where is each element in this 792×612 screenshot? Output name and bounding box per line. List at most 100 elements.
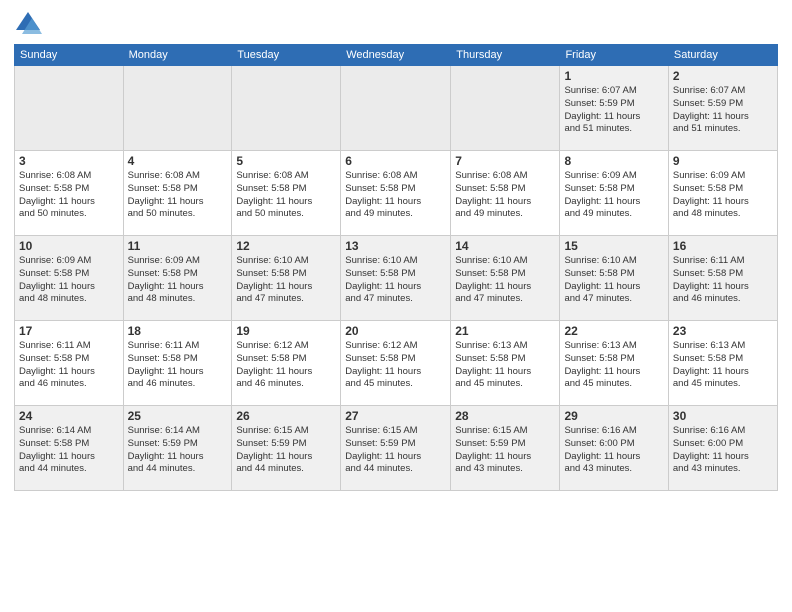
calendar-cell: 25 Sunrise: 6:14 AM Sunset: 5:59 PM Dayli… bbox=[123, 406, 232, 491]
calendar-cell: 5 Sunrise: 6:08 AM Sunset: 5:58 PM Daylig… bbox=[232, 151, 341, 236]
calendar-cell: 17 Sunrise: 6:11 AM Sunset: 5:58 PM Dayli… bbox=[15, 321, 124, 406]
day-info: Sunrise: 6:13 AM Sunset: 5:58 PM Dayligh… bbox=[455, 340, 555, 391]
calendar-cell: 8 Sunrise: 6:09 AM Sunset: 5:58 PM Daylig… bbox=[560, 151, 668, 236]
calendar-cell: 3Sunrise: 6:08 AM Sunset: 5:58 PM Daylig… bbox=[15, 151, 124, 236]
day-info: Sunrise: 6:10 AM Sunset: 5:58 PM Dayligh… bbox=[455, 255, 555, 306]
day-number: 24 bbox=[19, 409, 119, 423]
day-number: 22 bbox=[564, 324, 663, 338]
day-info: Sunrise: 6:14 AM Sunset: 5:58 PM Dayligh… bbox=[19, 425, 119, 476]
day-info: Sunrise: 6:12 AM Sunset: 5:58 PM Dayligh… bbox=[236, 340, 336, 391]
page: SundayMondayTuesdayWednesdayThursdayFrid… bbox=[0, 0, 792, 612]
day-info: Sunrise: 6:14 AM Sunset: 5:59 PM Dayligh… bbox=[128, 425, 228, 476]
calendar-cell: 23Sunrise: 6:13 AM Sunset: 5:58 PM Dayli… bbox=[668, 321, 777, 406]
day-number: 16 bbox=[673, 239, 773, 253]
day-number: 17 bbox=[19, 324, 119, 338]
day-info: Sunrise: 6:08 AM Sunset: 5:58 PM Dayligh… bbox=[455, 170, 555, 221]
calendar-cell: 9 Sunrise: 6:09 AM Sunset: 5:58 PM Daylig… bbox=[668, 151, 777, 236]
day-number: 30 bbox=[673, 409, 773, 423]
day-info: Sunrise: 6:13 AM Sunset: 5:58 PM Dayligh… bbox=[673, 340, 773, 391]
day-number: 20 bbox=[345, 324, 446, 338]
calendar-week-row: 17 Sunrise: 6:11 AM Sunset: 5:58 PM Dayli… bbox=[15, 321, 778, 406]
calendar-cell: 14 Sunrise: 6:10 AM Sunset: 5:58 PM Dayli… bbox=[451, 236, 560, 321]
weekday-header-wednesday: Wednesday bbox=[341, 45, 451, 66]
day-info: Sunrise: 6:07 AM Sunset: 5:59 PM Dayligh… bbox=[673, 85, 773, 136]
day-number: 9 bbox=[673, 154, 773, 168]
day-number: 6 bbox=[345, 154, 446, 168]
calendar-cell: 27 Sunrise: 6:15 AM Sunset: 5:59 PM Dayli… bbox=[341, 406, 451, 491]
calendar-cell bbox=[15, 66, 124, 151]
logo-icon bbox=[14, 10, 42, 38]
weekday-header-monday: Monday bbox=[123, 45, 232, 66]
calendar-cell: 1 Sunrise: 6:07 AM Sunset: 5:59 PM Daylig… bbox=[560, 66, 668, 151]
calendar-cell: 4 Sunrise: 6:08 AM Sunset: 5:58 PM Daylig… bbox=[123, 151, 232, 236]
calendar-cell: 13 Sunrise: 6:10 AM Sunset: 5:58 PM Dayli… bbox=[341, 236, 451, 321]
day-number: 13 bbox=[345, 239, 446, 253]
calendar-cell: 20 Sunrise: 6:12 AM Sunset: 5:58 PM Dayli… bbox=[341, 321, 451, 406]
calendar-cell bbox=[232, 66, 341, 151]
day-number: 14 bbox=[455, 239, 555, 253]
day-number: 5 bbox=[236, 154, 336, 168]
weekday-header-sunday: Sunday bbox=[15, 45, 124, 66]
calendar-week-row: 10 Sunrise: 6:09 AM Sunset: 5:58 PM Dayli… bbox=[15, 236, 778, 321]
day-info: Sunrise: 6:09 AM Sunset: 5:58 PM Dayligh… bbox=[564, 170, 663, 221]
day-number: 8 bbox=[564, 154, 663, 168]
day-number: 27 bbox=[345, 409, 446, 423]
day-number: 28 bbox=[455, 409, 555, 423]
calendar-cell: 24 Sunrise: 6:14 AM Sunset: 5:58 PM Dayli… bbox=[15, 406, 124, 491]
calendar-cell: 7 Sunrise: 6:08 AM Sunset: 5:58 PM Daylig… bbox=[451, 151, 560, 236]
day-number: 1 bbox=[564, 69, 663, 83]
weekday-header-thursday: Thursday bbox=[451, 45, 560, 66]
day-info: Sunrise: 6:09 AM Sunset: 5:58 PM Dayligh… bbox=[128, 255, 228, 306]
day-info: Sunrise: 6:08 AM Sunset: 5:58 PM Dayligh… bbox=[236, 170, 336, 221]
calendar-cell: 28 Sunrise: 6:15 AM Sunset: 5:59 PM Dayli… bbox=[451, 406, 560, 491]
calendar-cell: 15 Sunrise: 6:10 AM Sunset: 5:58 PM Dayli… bbox=[560, 236, 668, 321]
calendar-cell: 11 Sunrise: 6:09 AM Sunset: 5:58 PM Dayli… bbox=[123, 236, 232, 321]
calendar: SundayMondayTuesdayWednesdayThursdayFrid… bbox=[14, 44, 778, 491]
day-info: Sunrise: 6:10 AM Sunset: 5:58 PM Dayligh… bbox=[345, 255, 446, 306]
day-number: 12 bbox=[236, 239, 336, 253]
weekday-header-tuesday: Tuesday bbox=[232, 45, 341, 66]
day-number: 21 bbox=[455, 324, 555, 338]
day-number: 4 bbox=[128, 154, 228, 168]
day-number: 26 bbox=[236, 409, 336, 423]
weekday-header-row: SundayMondayTuesdayWednesdayThursdayFrid… bbox=[15, 45, 778, 66]
calendar-cell: 16 Sunrise: 6:11 AM Sunset: 5:58 PM Dayli… bbox=[668, 236, 777, 321]
calendar-cell: 19 Sunrise: 6:12 AM Sunset: 5:58 PM Dayli… bbox=[232, 321, 341, 406]
day-info: Sunrise: 6:15 AM Sunset: 5:59 PM Dayligh… bbox=[236, 425, 336, 476]
day-number: 25 bbox=[128, 409, 228, 423]
day-info: Sunrise: 6:08 AM Sunset: 5:58 PM Dayligh… bbox=[128, 170, 228, 221]
day-info: Sunrise: 6:10 AM Sunset: 5:58 PM Dayligh… bbox=[236, 255, 336, 306]
day-info: Sunrise: 6:09 AM Sunset: 5:58 PM Dayligh… bbox=[673, 170, 773, 221]
calendar-week-row: 24 Sunrise: 6:14 AM Sunset: 5:58 PM Dayli… bbox=[15, 406, 778, 491]
day-info: Sunrise: 6:16 AM Sunset: 6:00 PM Dayligh… bbox=[673, 425, 773, 476]
calendar-cell: 30 Sunrise: 6:16 AM Sunset: 6:00 PM Dayli… bbox=[668, 406, 777, 491]
calendar-cell bbox=[451, 66, 560, 151]
calendar-cell: 22 Sunrise: 6:13 AM Sunset: 5:58 PM Dayli… bbox=[560, 321, 668, 406]
day-number: 10 bbox=[19, 239, 119, 253]
day-number: 15 bbox=[564, 239, 663, 253]
day-number: 3 bbox=[19, 154, 119, 168]
day-number: 11 bbox=[128, 239, 228, 253]
day-info: Sunrise: 6:15 AM Sunset: 5:59 PM Dayligh… bbox=[455, 425, 555, 476]
calendar-cell: 10 Sunrise: 6:09 AM Sunset: 5:58 PM Dayli… bbox=[15, 236, 124, 321]
day-info: Sunrise: 6:09 AM Sunset: 5:58 PM Dayligh… bbox=[19, 255, 119, 306]
day-info: Sunrise: 6:10 AM Sunset: 5:58 PM Dayligh… bbox=[564, 255, 663, 306]
day-number: 7 bbox=[455, 154, 555, 168]
day-info: Sunrise: 6:13 AM Sunset: 5:58 PM Dayligh… bbox=[564, 340, 663, 391]
calendar-cell: 12 Sunrise: 6:10 AM Sunset: 5:58 PM Dayli… bbox=[232, 236, 341, 321]
calendar-cell: 21 Sunrise: 6:13 AM Sunset: 5:58 PM Dayli… bbox=[451, 321, 560, 406]
day-info: Sunrise: 6:11 AM Sunset: 5:58 PM Dayligh… bbox=[128, 340, 228, 391]
day-info: Sunrise: 6:11 AM Sunset: 5:58 PM Dayligh… bbox=[19, 340, 119, 391]
calendar-week-row: 1 Sunrise: 6:07 AM Sunset: 5:59 PM Daylig… bbox=[15, 66, 778, 151]
day-info: Sunrise: 6:07 AM Sunset: 5:59 PM Dayligh… bbox=[564, 85, 663, 136]
calendar-cell: 26 Sunrise: 6:15 AM Sunset: 5:59 PM Dayli… bbox=[232, 406, 341, 491]
day-info: Sunrise: 6:15 AM Sunset: 5:59 PM Dayligh… bbox=[345, 425, 446, 476]
day-info: Sunrise: 6:12 AM Sunset: 5:58 PM Dayligh… bbox=[345, 340, 446, 391]
day-info: Sunrise: 6:08 AM Sunset: 5:58 PM Dayligh… bbox=[345, 170, 446, 221]
day-info: Sunrise: 6:11 AM Sunset: 5:58 PM Dayligh… bbox=[673, 255, 773, 306]
calendar-cell bbox=[341, 66, 451, 151]
day-number: 2 bbox=[673, 69, 773, 83]
calendar-cell: 6 Sunrise: 6:08 AM Sunset: 5:58 PM Daylig… bbox=[341, 151, 451, 236]
day-number: 19 bbox=[236, 324, 336, 338]
calendar-cell: 29Sunrise: 6:16 AM Sunset: 6:00 PM Dayli… bbox=[560, 406, 668, 491]
